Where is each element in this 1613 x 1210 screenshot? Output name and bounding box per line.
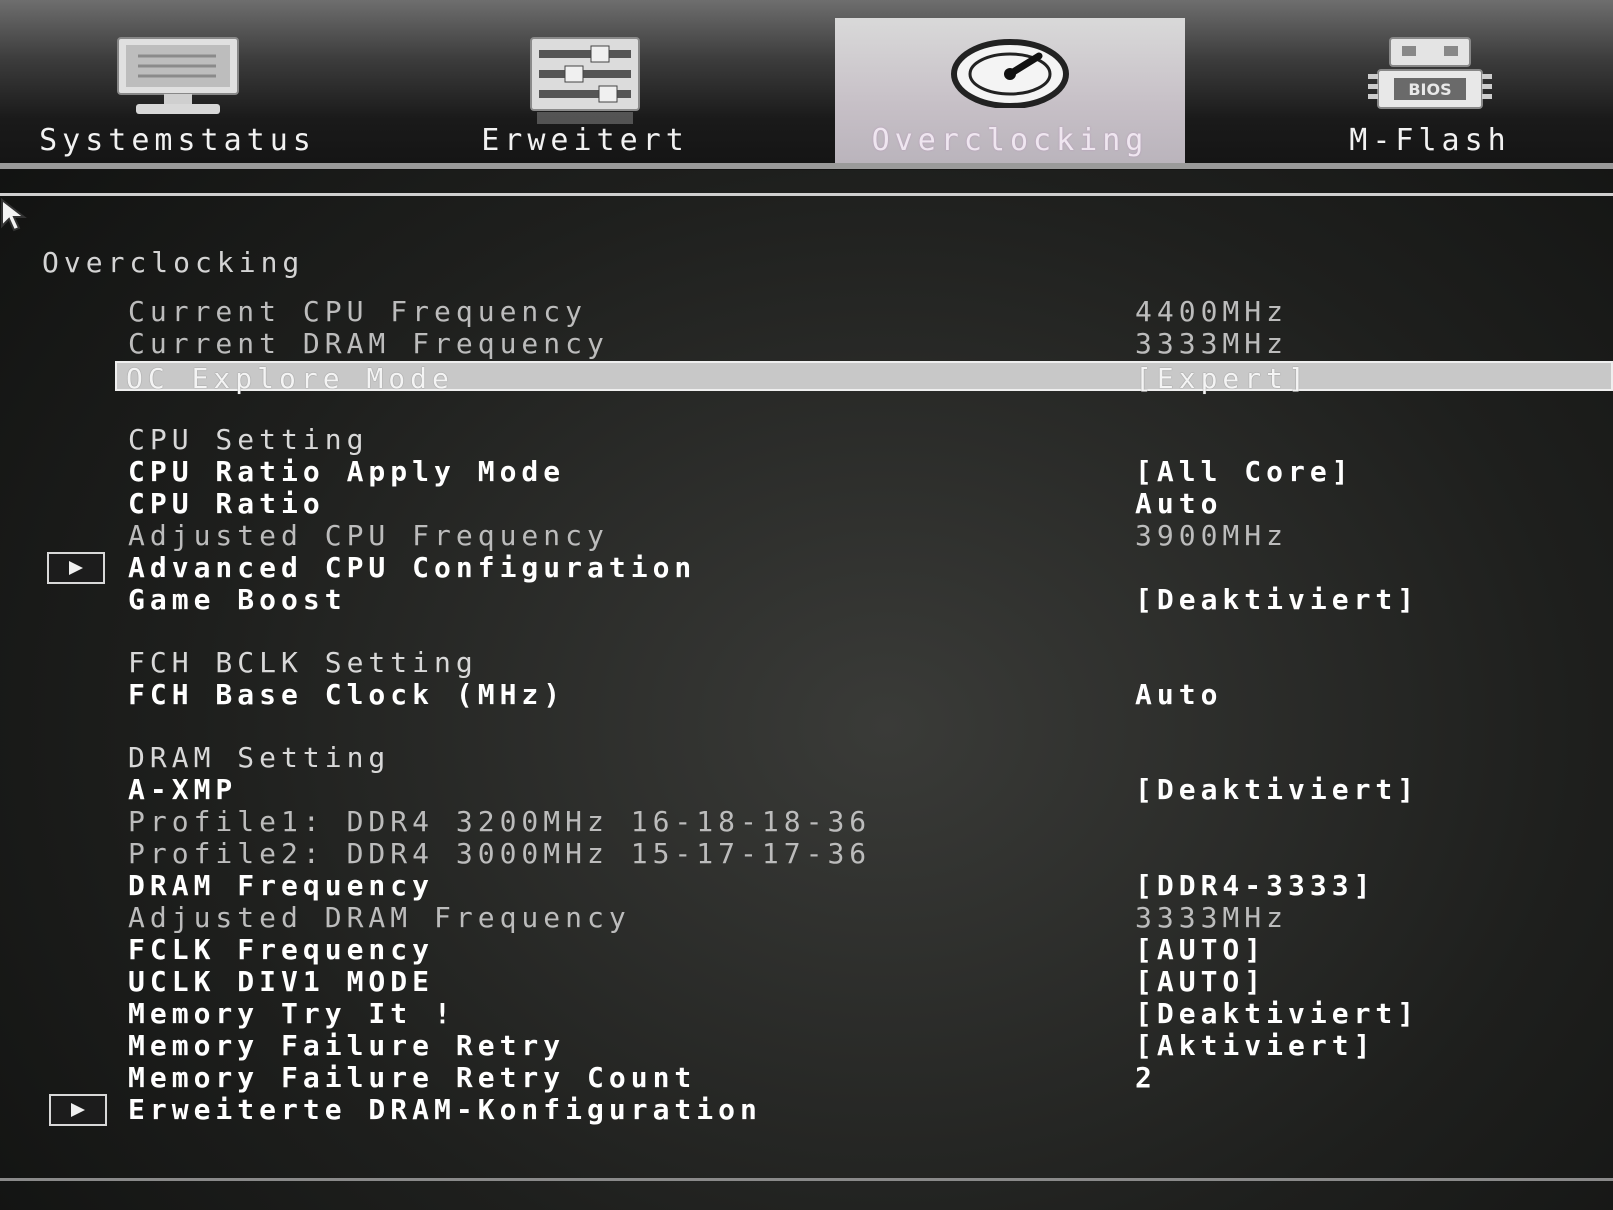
oc-explore-mode-option[interactable]: OC Explore Mode [Expert] <box>115 361 1613 395</box>
erweiterte-dram-konfiguration-submenu[interactable]: Erweiterte DRAM-Konfiguration <box>0 1094 1613 1126</box>
memory-failure-retry-option[interactable]: Memory Failure Retry [Aktiviert] <box>0 1030 1613 1062</box>
current-cpu-frequency-row: Current CPU Frequency 4400MHz <box>128 295 1289 328</box>
fch-base-clock-option[interactable]: FCH Base Clock (MHz) Auto <box>0 679 1613 711</box>
advanced-cpu-configuration-submenu[interactable]: Advanced CPU Configuration <box>0 552 1613 584</box>
tab-overclocking[interactable]: Overclocking <box>835 18 1185 168</box>
submenu-arrow-icon <box>49 1094 107 1126</box>
game-boost-option[interactable]: Game Boost [Deaktiviert] <box>0 584 1613 616</box>
fch-bclk-setting-header: FCH BCLK Setting <box>128 646 478 679</box>
adjusted-dram-frequency-row: Adjusted DRAM Frequency 3333MHz <box>128 901 1289 934</box>
memory-failure-retry-count-option[interactable]: Memory Failure Retry Count 2 <box>0 1062 1613 1094</box>
tab-erweitert[interactable]: Erweitert <box>460 18 710 168</box>
section-title: Overclocking <box>42 246 305 279</box>
tab-separator <box>0 163 1613 169</box>
monitor-icon <box>116 36 240 124</box>
cpu-ratio-option[interactable]: CPU Ratio Auto <box>0 488 1613 520</box>
submenu-arrow-icon <box>47 552 105 584</box>
speedometer-icon <box>951 38 1069 112</box>
cpu-setting-header: CPU Setting <box>128 423 369 456</box>
content-bottom-divider <box>0 1178 1613 1181</box>
top-tab-bar: Systemstatus Erweitert Overclocking BIOS… <box>0 0 1613 170</box>
memory-try-it-option[interactable]: Memory Try It ! [Deaktiviert] <box>0 998 1613 1030</box>
xmp-profile1-info: Profile1: DDR4 3200MHz 16-18-18-36 <box>128 805 872 838</box>
sliders-icon <box>529 36 641 130</box>
content-top-divider <box>0 193 1613 196</box>
dram-frequency-option[interactable]: DRAM Frequency [DDR4-3333] <box>0 870 1613 902</box>
current-dram-frequency-row: Current DRAM Frequency 3333MHz <box>128 327 1289 360</box>
adjusted-cpu-frequency-row: Adjusted CPU Frequency 3900MHz <box>128 519 1289 552</box>
bios-chip-text: BIOS <box>1408 80 1451 99</box>
bios-chip-icon: BIOS <box>1366 36 1494 120</box>
uclk-div1-mode-option[interactable]: UCLK DIV1 MODE [AUTO] <box>0 966 1613 998</box>
xmp-profile2-info: Profile2: DDR4 3000MHz 15-17-17-36 <box>128 837 872 870</box>
dram-setting-header: DRAM Setting <box>128 741 391 774</box>
tab-m-flash[interactable]: BIOS M-Flash <box>1320 18 1540 168</box>
fclk-frequency-option[interactable]: FCLK Frequency [AUTO] <box>0 934 1613 966</box>
a-xmp-option[interactable]: A-XMP [Deaktiviert] <box>0 774 1613 806</box>
cpu-ratio-apply-mode-option[interactable]: CPU Ratio Apply Mode [All Core] <box>0 456 1613 488</box>
mouse-cursor-icon <box>0 197 30 238</box>
tab-systemstatus[interactable]: Systemstatus <box>20 18 335 168</box>
